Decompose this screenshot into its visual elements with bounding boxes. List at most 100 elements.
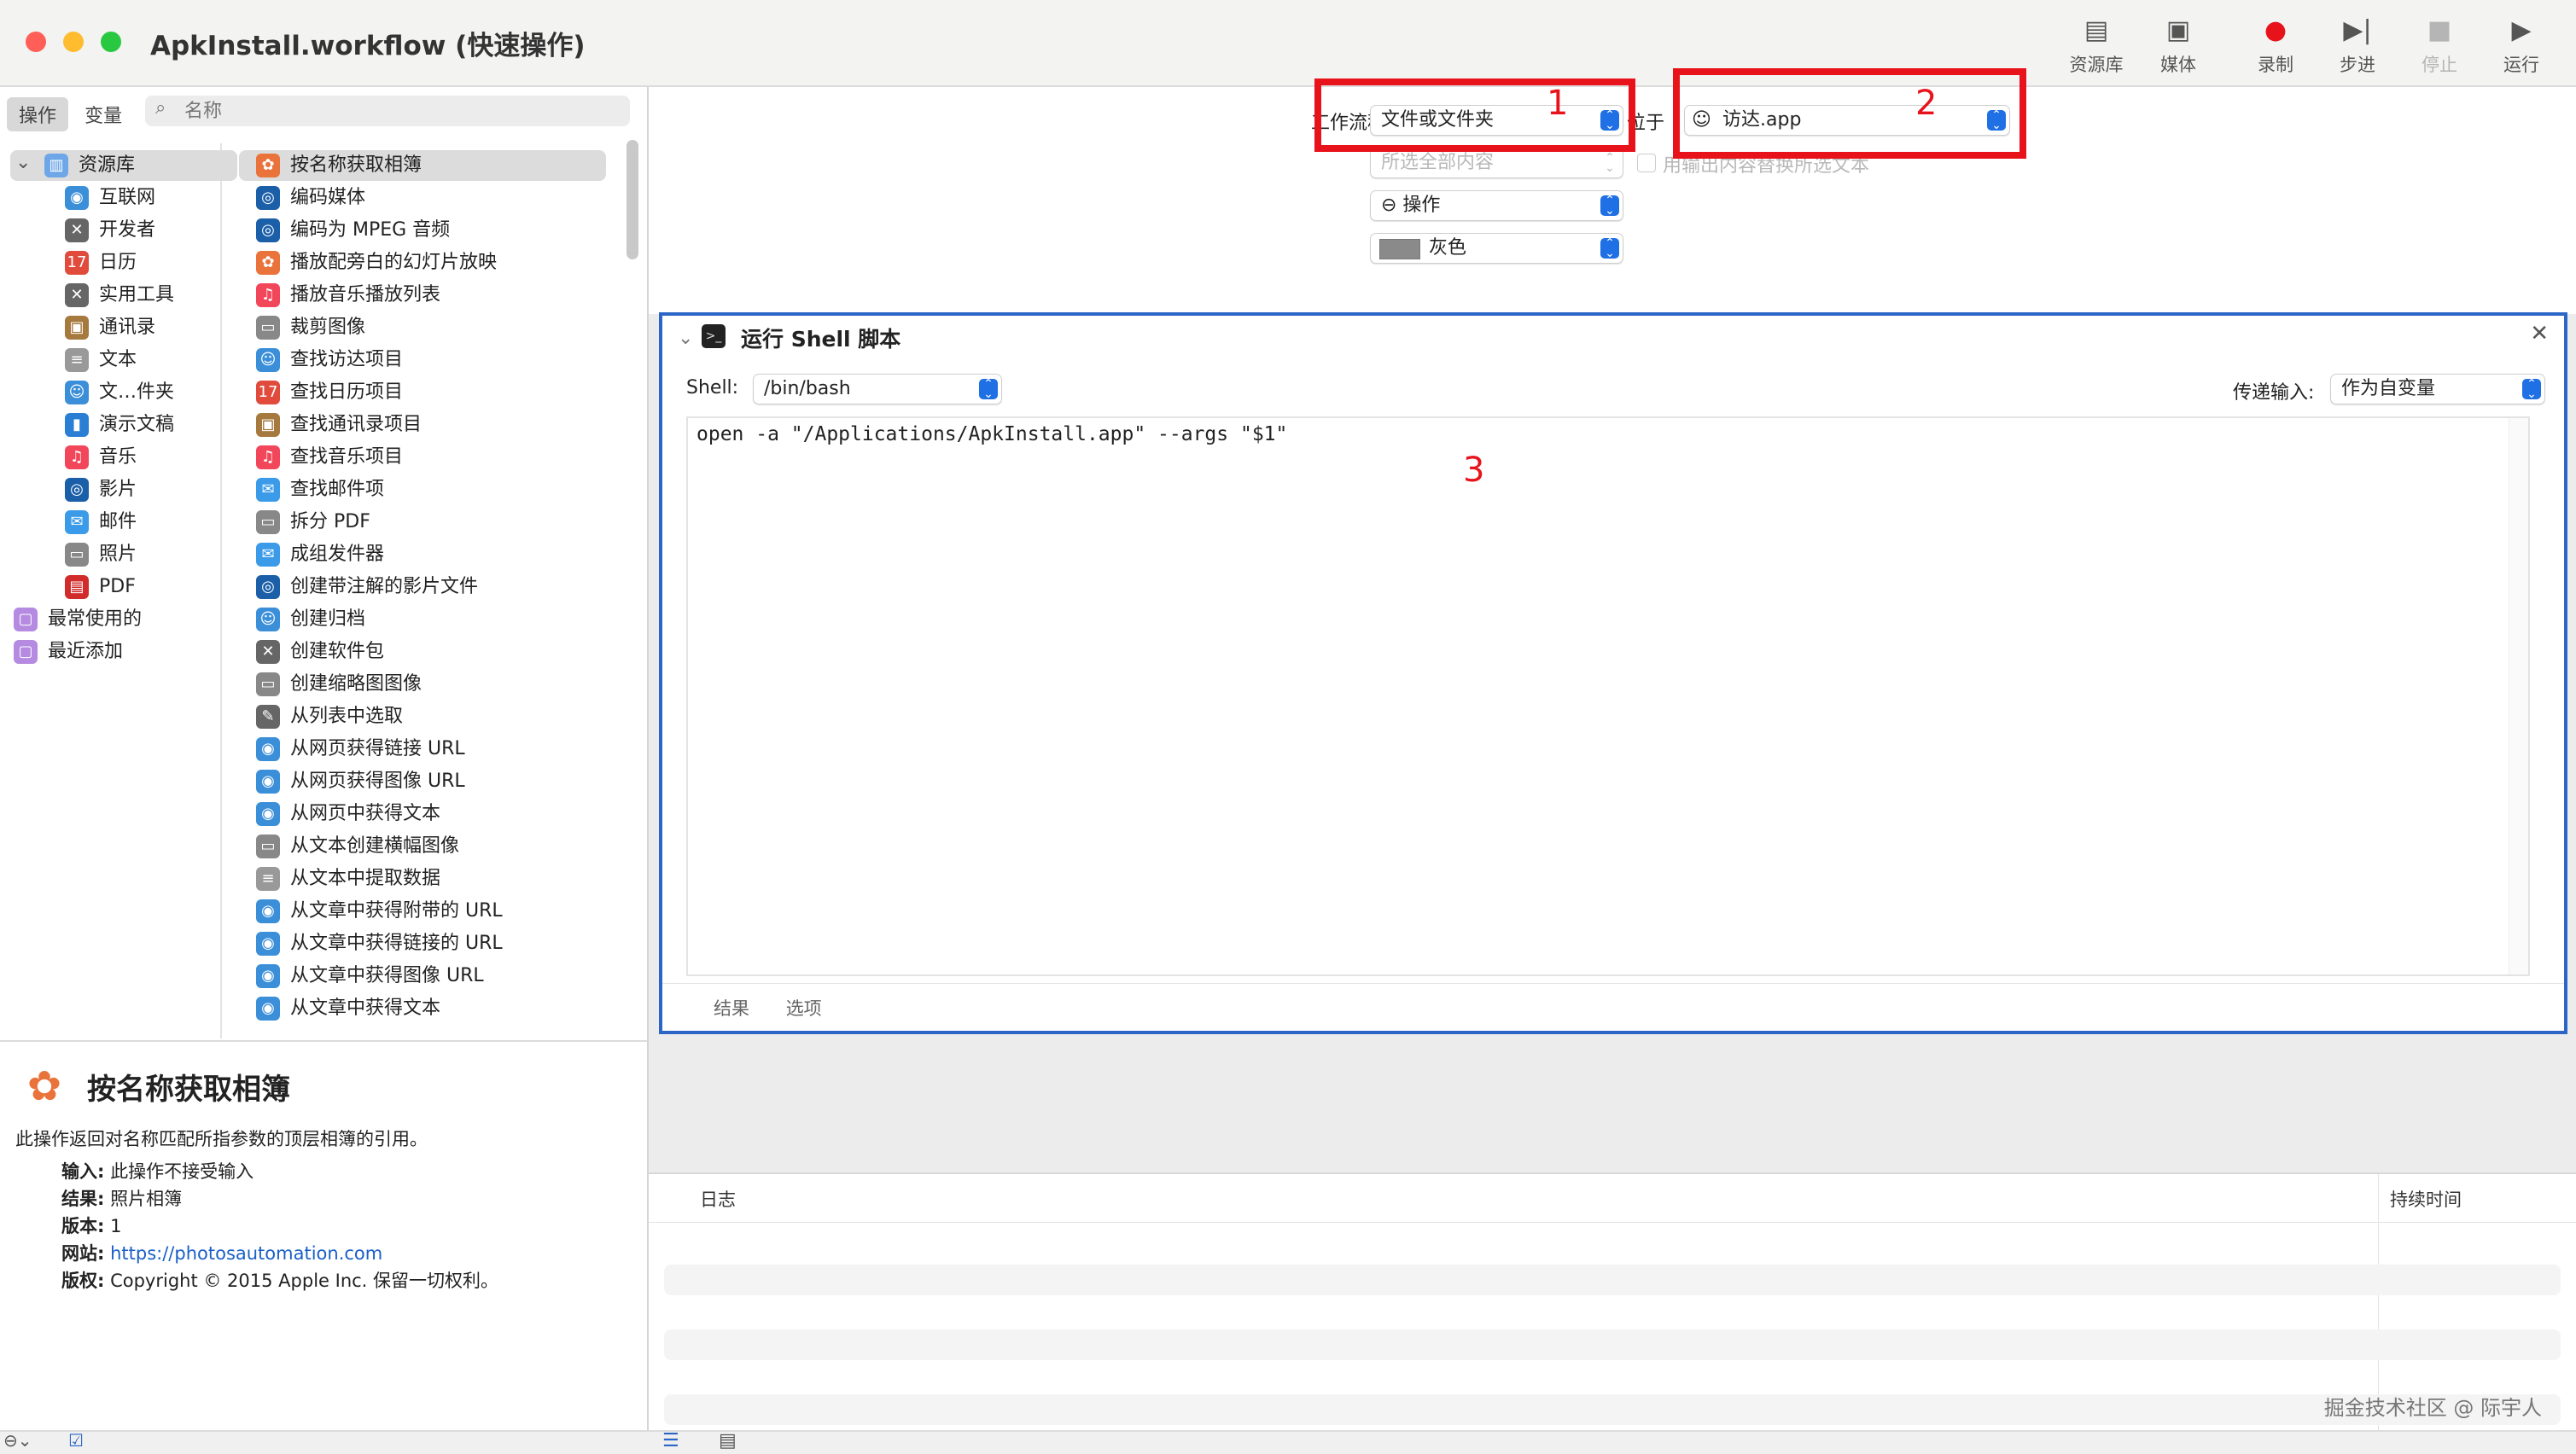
log-row [664, 1394, 2561, 1425]
action-item[interactable]: ◉ 从网页获得图像 URL [239, 766, 606, 797]
library-item[interactable]: ▥ 资源库 [10, 150, 237, 181]
action-item[interactable]: ◎ 创建带注解的影片文件 [239, 572, 606, 602]
action-item[interactable]: ▭ 拆分 PDF [239, 507, 606, 538]
action-item[interactable]: ◉ 从文章中获得图像 URL [239, 961, 606, 992]
action-item[interactable]: ✉ 成组发件器 [239, 539, 606, 570]
action-item[interactable]: ◉ 从文章中获得附带的 URL [239, 896, 606, 927]
action-item[interactable]: ◉ 从文章中获得链接的 URL [239, 928, 606, 959]
zoom-window-button[interactable] [101, 32, 121, 52]
library-item[interactable]: ▭ 照片 [65, 539, 210, 570]
action-icon: ◉ [256, 932, 280, 956]
action-item[interactable]: ♫ 查找音乐项目 [239, 442, 606, 473]
library-item[interactable]: ◉ 互联网 [65, 183, 210, 213]
action-item[interactable]: ◉ 从文章中获得文本 [239, 993, 606, 1024]
shell-popup[interactable]: /bin/bash ⌃ ⌄ [753, 374, 1002, 404]
action-icon: ♫ [256, 283, 280, 307]
description-title: 按名称获取相簿 [87, 1073, 290, 1107]
action-list-scrollbar[interactable] [627, 140, 638, 259]
toolbar-button-2[interactable]: ● 录制 [2235, 14, 2317, 82]
library-item[interactable]: ▢ 最常使用的 [14, 604, 159, 635]
tab-options[interactable]: 选项 [786, 998, 822, 1019]
list-view-icon[interactable]: ☰ [662, 1430, 679, 1451]
toolbar-button-3[interactable]: ▶| 步进 [2317, 14, 2398, 82]
run-shell-script-action[interactable]: ⌄ >_ 运行 Shell 脚本 ✕ Shell: /bin/bash ⌃ ⌄ 传… [659, 312, 2567, 1034]
log-column-header[interactable]: 日志 [700, 1186, 736, 1212]
flow-view-icon[interactable]: ▤ [719, 1430, 737, 1451]
action-item[interactable]: ✕ 创建软件包 [239, 637, 606, 667]
action-item[interactable]: ▣ 查找通讯录项目 [239, 410, 606, 440]
library-item[interactable]: 17 日历 [65, 247, 210, 278]
pass-input-popup[interactable]: 作为自变量 ⌃ ⌄ [2330, 374, 2545, 404]
duration-column-header[interactable]: 持续时间 [2390, 1186, 2462, 1212]
toolbar-button-0[interactable]: ▤ 资源库 [2055, 14, 2137, 82]
description-toggle-icon[interactable]: ☑ [68, 1430, 84, 1451]
library-item[interactable]: ✕ 开发者 [65, 215, 210, 246]
action-item[interactable]: ≡ 从文本中提取数据 [239, 864, 606, 894]
library-item[interactable]: ◎ 影片 [65, 474, 210, 505]
options-menu-icon[interactable]: ⊖⌄ [3, 1430, 32, 1451]
toolbar-button-5[interactable]: ▶ 运行 [2480, 14, 2562, 82]
input-as-popup[interactable]: 所选全部内容 ⌃ ⌄ [1370, 148, 1623, 178]
minimize-window-button[interactable] [63, 32, 84, 52]
popup-arrows-icon: ⌃ ⌄ [1600, 195, 1619, 217]
image-value: ⊖ 操作 [1381, 195, 1441, 216]
input-key: 输入: [61, 1161, 105, 1182]
action-item[interactable]: ▭ 裁剪图像 [239, 312, 606, 343]
action-item[interactable]: ▭ 创建缩略图图像 [239, 669, 606, 700]
library-item-label: 资源库 [79, 154, 136, 176]
color-popup[interactable]: 灰色 ⌃ ⌄ [1370, 233, 1623, 264]
website-link[interactable]: https://photosautomation.com [110, 1243, 382, 1264]
action-item[interactable]: ☺ 查找访达项目 [239, 345, 606, 375]
action-item[interactable]: ✎ 从列表中选取 [239, 701, 606, 732]
segment-actions[interactable]: 操作 [7, 97, 69, 131]
library-item[interactable]: ▮ 演示文稿 [65, 410, 210, 440]
script-scrollbar[interactable] [2509, 418, 2528, 974]
action-item[interactable]: ♫ 播放音乐播放列表 [239, 280, 606, 311]
status-bar: ⊖⌄ ☑ ☰ ▤ [0, 1430, 2576, 1454]
close-icon[interactable]: ✕ [2530, 321, 2549, 346]
library-item[interactable]: ♫ 音乐 [65, 442, 210, 473]
library-item[interactable]: ≡ 文本 [65, 345, 210, 375]
search-field[interactable]: ⌕ [145, 96, 630, 126]
search-input[interactable] [183, 97, 613, 125]
log-row [664, 1329, 2561, 1360]
category-icon: ◉ [65, 186, 89, 210]
segment-variables[interactable]: 变量 [73, 97, 134, 131]
action-icon: ▭ [256, 510, 280, 534]
toolbar-button-4[interactable]: ■ 停止 [2398, 14, 2480, 82]
collapse-chevron-icon[interactable]: ⌄ [678, 328, 693, 349]
disclosure-chevron-icon[interactable]: ⌄ [15, 152, 31, 173]
action-item[interactable]: ☺ 创建归档 [239, 604, 606, 635]
category-icon: ✉ [65, 510, 89, 534]
action-item[interactable]: 17 查找日历项目 [239, 377, 606, 408]
action-item[interactable]: ✉ 查找邮件项 [239, 474, 606, 505]
library-item[interactable]: ▤ PDF [65, 572, 210, 602]
action-item-label: 拆分 PDF [290, 511, 370, 532]
library-item[interactable]: ▢ 最近添加 [14, 637, 159, 667]
library-item[interactable]: ✕ 实用工具 [65, 280, 210, 311]
script-text[interactable]: open -a "/Applications/ApkInstall.app" -… [696, 423, 1287, 445]
action-item[interactable]: ◉ 从网页中获得文本 [239, 799, 606, 829]
action-item[interactable]: ◉ 从网页获得链接 URL [239, 734, 606, 765]
action-icon: ✕ [256, 640, 280, 664]
action-item-label: 查找音乐项目 [290, 446, 404, 468]
action-item[interactable]: ◎ 编码媒体 [239, 183, 606, 213]
replace-text-checkbox[interactable] [1637, 154, 1656, 172]
action-item[interactable]: ✿ 播放配旁白的幻灯片放映 [239, 247, 606, 278]
action-icon: ✉ [256, 543, 280, 567]
action-item[interactable]: ✿ 按名称获取相簿 [239, 150, 606, 181]
close-window-button[interactable] [26, 32, 46, 52]
toolbar-button-1[interactable]: ▣ 媒体 [2137, 14, 2219, 82]
action-item[interactable]: ▭ 从文本创建横幅图像 [239, 831, 606, 862]
image-popup[interactable]: ⊖ 操作 ⌃ ⌄ [1370, 190, 1623, 221]
annotation-number-3: 3 [1463, 451, 1485, 490]
tab-results[interactable]: 结果 [714, 998, 749, 1019]
library-item[interactable]: ☺ 文…件夹 [65, 377, 210, 408]
pass-input-label: 传递输入: [2233, 382, 2315, 404]
toolbar-label: 步进 [2340, 55, 2375, 75]
action-item[interactable]: ◎ 编码为 MPEG 音频 [239, 215, 606, 246]
library-item[interactable]: ▣ 通讯录 [65, 312, 210, 343]
library-item[interactable]: ✉ 邮件 [65, 507, 210, 538]
copyright-key: 版权: [61, 1271, 105, 1291]
script-editor[interactable]: open -a "/Applications/ApkInstall.app" -… [686, 416, 2530, 976]
